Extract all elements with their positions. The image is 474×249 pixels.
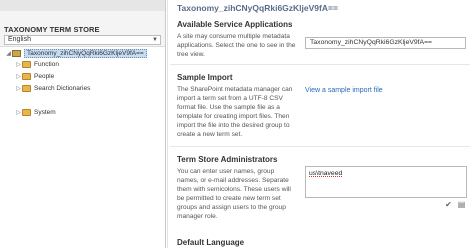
service-app-select-value: Taxonomy_zihCNyQqRki6GzKljeV9fA== [310, 39, 433, 46]
tree-node-search-dictionaries[interactable]: ▷ Search Dictionaries [15, 85, 90, 92]
expand-icon[interactable]: ▷ [15, 85, 22, 92]
admins-heading: Term Store Administrators [177, 155, 278, 164]
language-select-value: English [8, 36, 31, 43]
chevron-down-icon[interactable]: ▼ [152, 36, 158, 44]
tree-node-label: Search Dictionaries [34, 85, 91, 92]
sample-import-heading: Sample Import [177, 73, 233, 82]
folder-icon [22, 73, 31, 80]
language-select[interactable]: English ▼ [4, 35, 161, 45]
check-names-icon[interactable]: ✔ [444, 200, 453, 209]
section-divider [170, 146, 470, 147]
tree-node-people[interactable]: ▷ People [15, 73, 54, 80]
expand-icon[interactable]: ▷ [15, 73, 22, 80]
service-apps-description: A site may consume multiple metadata app… [177, 33, 296, 58]
section-divider [170, 64, 470, 65]
tree-node-function[interactable]: ▷ Function [15, 61, 59, 68]
term-store-name-title: Taxonomy_zihCNyQqRki6GzKljeV9fA== [177, 3, 338, 13]
folder-icon [22, 85, 31, 92]
tree-node-label: System [34, 109, 56, 116]
tree-node-label: People [34, 73, 55, 80]
service-apps-heading: Available Service Applications [177, 20, 293, 29]
expand-icon[interactable]: ▷ [15, 109, 22, 116]
default-language-heading: Default Language [177, 238, 245, 247]
folder-icon [22, 61, 31, 68]
taxonomy-tree: ◢ Taxonomy_zihCNyQqRki6GzKljeV9fA== ▷ Fu… [0, 46, 165, 249]
term-store-title: TAXONOMY TERM STORE [4, 25, 100, 34]
tree-node-term-store[interactable]: ◢ Taxonomy_zihCNyQqRki6GzKljeV9fA== [5, 49, 147, 58]
term-store-icon [12, 50, 21, 57]
collapse-icon[interactable]: ◢ [5, 50, 12, 57]
panel-divider[interactable] [165, 0, 166, 248]
admins-value: us\tnaveed [309, 170, 343, 177]
admins-people-picker[interactable]: us\tnaveed [305, 166, 467, 198]
panel-header-bar [0, 0, 165, 11]
folder-icon [22, 109, 31, 116]
expand-icon[interactable]: ▷ [15, 61, 22, 68]
panel-divider-shadow [167, 0, 168, 248]
term-store-panel: TAXONOMY TERM STORE English ▼ ◢ Taxonomy… [0, 0, 165, 249]
sample-import-description: The SharePoint metadata manager can impo… [177, 86, 293, 138]
sample-import-link[interactable]: View a sample import file [305, 87, 383, 94]
tree-node-label: Taxonomy_zihCNyQqRki6GzKljeV9fA== [24, 49, 147, 58]
browse-icon[interactable]: ▤ [457, 200, 466, 209]
tree-node-system[interactable]: ▷ System [15, 109, 56, 116]
tree-node-label: Function [34, 61, 59, 68]
service-app-select[interactable]: Taxonomy_zihCNyQqRki6GzKljeV9fA== [305, 37, 466, 49]
admins-description: You can enter user names, group names, o… [177, 168, 291, 220]
